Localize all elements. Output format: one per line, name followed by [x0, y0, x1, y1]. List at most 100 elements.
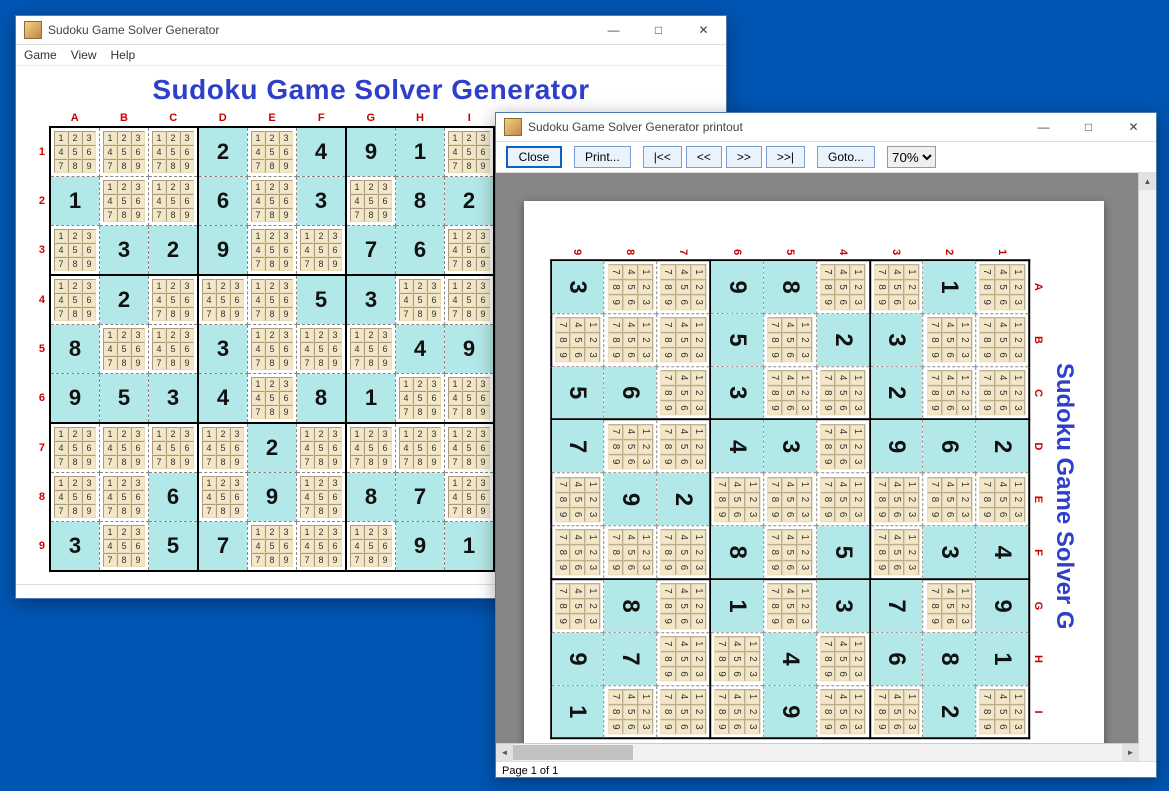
- candidate-digit[interactable]: 5: [117, 342, 131, 356]
- candidate-digit[interactable]: 4: [889, 477, 904, 492]
- candidate-digit[interactable]: 5: [995, 332, 1010, 347]
- candidate-digit[interactable]: 9: [82, 504, 96, 518]
- candidate-digit[interactable]: 3: [691, 719, 706, 734]
- candidate-digit[interactable]: 2: [904, 704, 919, 719]
- candidate-digit[interactable]: 4: [623, 689, 638, 704]
- candidate-digit[interactable]: 4: [782, 477, 797, 492]
- candidate-digit[interactable]: 9: [767, 560, 782, 575]
- candidate-digit[interactable]: 3: [180, 131, 194, 145]
- candidate-digit[interactable]: 2: [413, 279, 427, 293]
- candidate-digit[interactable]: 1: [957, 583, 972, 598]
- candidate-digit[interactable]: 7: [300, 257, 314, 271]
- candidate-digit[interactable]: 1: [638, 317, 653, 332]
- candidate-digit[interactable]: 4: [54, 293, 68, 307]
- candidate-digit[interactable]: 4: [251, 391, 265, 405]
- candidate-digit[interactable]: 5: [676, 651, 691, 666]
- prev-page-button[interactable]: <<: [686, 146, 722, 168]
- sudoku-cell[interactable]: 1: [346, 374, 396, 424]
- candidate-digit[interactable]: 5: [216, 293, 230, 307]
- candidate-digit[interactable]: 6: [570, 560, 585, 575]
- sudoku-cell[interactable]: 123456789: [551, 526, 604, 579]
- candidate-digit[interactable]: 9: [82, 307, 96, 321]
- candidate-digit[interactable]: 4: [251, 342, 265, 356]
- candidate-digit[interactable]: 7: [202, 307, 216, 321]
- candidate-digit[interactable]: 1: [585, 317, 600, 332]
- candidate-digit[interactable]: 3: [279, 328, 293, 342]
- candidate-digit[interactable]: 7: [820, 689, 835, 704]
- candidate-digit[interactable]: 4: [623, 529, 638, 544]
- candidate-digit[interactable]: 6: [942, 347, 957, 362]
- candidate-digit[interactable]: 5: [835, 279, 850, 294]
- sudoku-cell[interactable]: 9: [248, 473, 297, 522]
- candidate-digit[interactable]: 7: [980, 477, 995, 492]
- candidate-digit[interactable]: 8: [820, 439, 835, 454]
- candidate-digit[interactable]: 8: [980, 279, 995, 294]
- candidate-digit[interactable]: 2: [68, 229, 82, 243]
- sudoku-cell[interactable]: 123456789: [710, 632, 763, 685]
- candidate-digit[interactable]: 8: [661, 598, 676, 613]
- candidate-digit[interactable]: 6: [476, 243, 490, 257]
- candidate-digit[interactable]: 3: [328, 525, 342, 539]
- sudoku-cell[interactable]: 123456789: [100, 127, 149, 177]
- candidate-digit[interactable]: 1: [1010, 477, 1025, 492]
- candidate-digit[interactable]: 1: [251, 328, 265, 342]
- candidate-digit[interactable]: 2: [117, 427, 131, 441]
- candidate-digit[interactable]: 9: [608, 560, 623, 575]
- candidate-digit[interactable]: 8: [314, 455, 328, 469]
- candidate-digit[interactable]: 4: [942, 317, 957, 332]
- candidate-digit[interactable]: 7: [54, 159, 68, 173]
- candidate-digit[interactable]: 8: [661, 651, 676, 666]
- candidate-digit[interactable]: 8: [265, 307, 279, 321]
- candidate-digit[interactable]: 3: [638, 347, 653, 362]
- candidate-digit[interactable]: 2: [850, 492, 865, 507]
- sudoku-cell[interactable]: 123456789: [198, 473, 248, 522]
- candidate-digit[interactable]: 5: [413, 391, 427, 405]
- candidate-digit[interactable]: 7: [555, 477, 570, 492]
- sudoku-cell[interactable]: 4: [297, 127, 347, 177]
- candidate-digit[interactable]: 7: [103, 553, 117, 567]
- candidate-digit[interactable]: 1: [300, 525, 314, 539]
- candidate-digit[interactable]: 9: [555, 507, 570, 522]
- candidate-digit[interactable]: 5: [623, 439, 638, 454]
- candidate-digit[interactable]: 2: [850, 279, 865, 294]
- candidate-digit[interactable]: 5: [570, 598, 585, 613]
- candidate-digit[interactable]: 1: [54, 131, 68, 145]
- candidate-digit[interactable]: 2: [904, 279, 919, 294]
- sudoku-cell[interactable]: 3: [149, 374, 199, 424]
- candidate-digit[interactable]: 9: [927, 613, 942, 628]
- candidate-digit[interactable]: 3: [378, 427, 392, 441]
- sudoku-cell[interactable]: 9: [604, 473, 657, 526]
- candidate-digit[interactable]: 1: [957, 477, 972, 492]
- candidate-digit[interactable]: 9: [767, 613, 782, 628]
- candidate-digit[interactable]: 4: [350, 194, 364, 208]
- candidate-digit[interactable]: 5: [68, 490, 82, 504]
- candidate-digit[interactable]: 3: [230, 279, 244, 293]
- candidate-digit[interactable]: 3: [378, 328, 392, 342]
- candidate-digit[interactable]: 2: [957, 385, 972, 400]
- candidate-digit[interactable]: 6: [623, 719, 638, 734]
- candidate-digit[interactable]: 3: [691, 400, 706, 415]
- candidate-digit[interactable]: 6: [782, 613, 797, 628]
- candidate-digit[interactable]: 4: [350, 441, 364, 455]
- candidate-digit[interactable]: 7: [54, 504, 68, 518]
- sudoku-cell[interactable]: 123456789: [445, 473, 495, 522]
- candidate-digit[interactable]: 4: [399, 293, 413, 307]
- candidate-digit[interactable]: 7: [448, 159, 462, 173]
- candidate-digit[interactable]: 7: [767, 477, 782, 492]
- candidate-digit[interactable]: 3: [180, 328, 194, 342]
- candidate-digit[interactable]: 2: [745, 704, 760, 719]
- candidate-digit[interactable]: 8: [166, 356, 180, 370]
- sudoku-cell[interactable]: 123456789: [346, 423, 396, 473]
- candidate-digit[interactable]: 7: [980, 317, 995, 332]
- sudoku-cell[interactable]: 123456789: [100, 473, 149, 522]
- candidate-digit[interactable]: 4: [152, 194, 166, 208]
- candidate-digit[interactable]: 2: [216, 427, 230, 441]
- candidate-digit[interactable]: 3: [1010, 400, 1025, 415]
- candidate-digit[interactable]: 1: [399, 427, 413, 441]
- candidate-digit[interactable]: 5: [265, 243, 279, 257]
- candidate-digit[interactable]: 3: [904, 719, 919, 734]
- candidate-digit[interactable]: 1: [691, 636, 706, 651]
- candidate-digit[interactable]: 9: [230, 504, 244, 518]
- candidate-digit[interactable]: 4: [889, 529, 904, 544]
- sudoku-cell[interactable]: 123456789: [923, 366, 976, 419]
